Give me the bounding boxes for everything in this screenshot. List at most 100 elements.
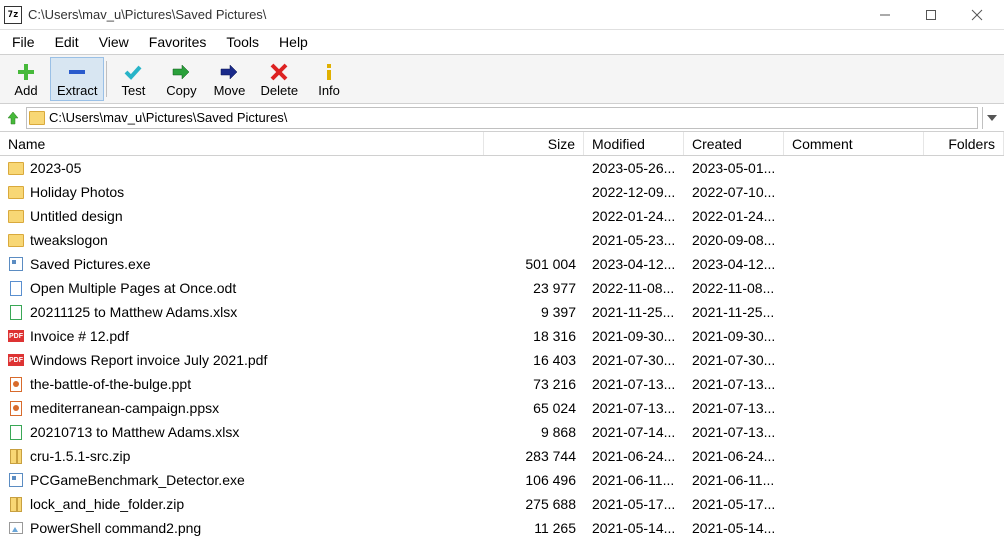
file-name: tweakslogon bbox=[30, 232, 108, 248]
table-row[interactable]: PDFInvoice # 12.pdf18 3162021-09-30...20… bbox=[0, 324, 1004, 348]
table-row[interactable]: 20210713 to Matthew Adams.xlsx9 8682021-… bbox=[0, 420, 1004, 444]
ppt-icon bbox=[8, 400, 24, 416]
table-row[interactable]: Saved Pictures.exe501 0042023-04-12...20… bbox=[0, 252, 1004, 276]
menu-view[interactable]: View bbox=[89, 32, 139, 52]
column-header-name[interactable]: Name bbox=[0, 132, 484, 155]
xlsx-icon bbox=[8, 304, 24, 320]
toolbar-info[interactable]: Info bbox=[305, 57, 353, 101]
arrow-right-blue-icon bbox=[219, 61, 239, 83]
file-created: 2023-04-12... bbox=[684, 256, 784, 272]
table-row[interactable]: PCGameBenchmark_Detector.exe106 4962021-… bbox=[0, 468, 1004, 492]
column-header-modified[interactable]: Modified bbox=[584, 132, 684, 155]
toolbar-copy[interactable]: Copy bbox=[157, 57, 205, 101]
column-header-comment[interactable]: Comment bbox=[784, 132, 924, 155]
file-name: 20211125 to Matthew Adams.xlsx bbox=[30, 304, 237, 320]
file-list: 2023-052023-05-26...2023-05-01...Holiday… bbox=[0, 156, 1004, 540]
table-row[interactable]: Open Multiple Pages at Once.odt23 977202… bbox=[0, 276, 1004, 300]
table-row[interactable]: cru-1.5.1-src.zip283 7442021-06-24...202… bbox=[0, 444, 1004, 468]
exe-icon bbox=[8, 472, 24, 488]
file-name: Holiday Photos bbox=[30, 184, 124, 200]
file-modified: 2021-07-30... bbox=[584, 352, 684, 368]
file-name: Saved Pictures.exe bbox=[30, 256, 151, 272]
table-row[interactable]: Holiday Photos 2022-12-09...2022-07-10... bbox=[0, 180, 1004, 204]
menu-file[interactable]: File bbox=[2, 32, 45, 52]
file-size: 11 265 bbox=[484, 520, 584, 536]
file-created: 2022-11-08... bbox=[684, 280, 784, 296]
toolbar-copy-label: Copy bbox=[166, 83, 196, 98]
file-size: 23 977 bbox=[484, 280, 584, 296]
toolbar-add[interactable]: Add bbox=[2, 57, 50, 101]
menu-tools[interactable]: Tools bbox=[216, 32, 269, 52]
file-created: 2021-07-13... bbox=[684, 424, 784, 440]
folder-icon bbox=[8, 208, 24, 224]
menu-favorites[interactable]: Favorites bbox=[139, 32, 217, 52]
file-modified: 2023-04-12... bbox=[584, 256, 684, 272]
column-headers: Name Size Modified Created Comment Folde… bbox=[0, 132, 1004, 156]
pdf-icon: PDF bbox=[8, 328, 24, 344]
folder-icon bbox=[8, 160, 24, 176]
file-modified: 2022-01-24... bbox=[584, 208, 684, 224]
menu-edit[interactable]: Edit bbox=[45, 32, 89, 52]
folder-icon bbox=[8, 184, 24, 200]
table-row[interactable]: the-battle-of-the-bulge.ppt73 2162021-07… bbox=[0, 372, 1004, 396]
toolbar-extract[interactable]: Extract bbox=[50, 57, 104, 101]
file-size: 16 403 bbox=[484, 352, 584, 368]
app-icon: 7z bbox=[4, 6, 22, 24]
window-title: C:\Users\mav_u\Pictures\Saved Pictures\ bbox=[28, 7, 862, 22]
file-created: 2021-06-24... bbox=[684, 448, 784, 464]
file-name: 20210713 to Matthew Adams.xlsx bbox=[30, 424, 239, 440]
column-header-size[interactable]: Size bbox=[484, 132, 584, 155]
file-created: 2021-09-30... bbox=[684, 328, 784, 344]
file-size: 283 744 bbox=[484, 448, 584, 464]
file-name: PCGameBenchmark_Detector.exe bbox=[30, 472, 245, 488]
png-icon bbox=[8, 520, 24, 536]
odt-icon bbox=[8, 280, 24, 296]
file-modified: 2021-11-25... bbox=[584, 304, 684, 320]
table-row[interactable]: tweakslogon2021-05-23...2020-09-08... bbox=[0, 228, 1004, 252]
check-icon bbox=[123, 61, 143, 83]
toolbar-delete[interactable]: Delete bbox=[253, 57, 305, 101]
table-row[interactable]: mediterranean-campaign.ppsx65 0242021-07… bbox=[0, 396, 1004, 420]
file-size: 9 868 bbox=[484, 424, 584, 440]
file-created: 2021-11-25... bbox=[684, 304, 784, 320]
file-modified: 2021-06-24... bbox=[584, 448, 684, 464]
table-row[interactable]: Untitled design2022-01-24...2022-01-24..… bbox=[0, 204, 1004, 228]
table-row[interactable]: 2023-052023-05-26...2023-05-01... bbox=[0, 156, 1004, 180]
file-modified: 2022-12-09... bbox=[584, 184, 684, 200]
window-controls bbox=[862, 0, 1000, 30]
exe-icon bbox=[8, 256, 24, 272]
close-button[interactable] bbox=[954, 0, 1000, 30]
column-header-folders[interactable]: Folders bbox=[924, 132, 1004, 155]
address-path: C:\Users\mav_u\Pictures\Saved Pictures\ bbox=[49, 110, 287, 125]
file-created: 2021-07-13... bbox=[684, 400, 784, 416]
file-created: 2022-07-10... bbox=[684, 184, 784, 200]
file-created: 2021-05-14... bbox=[684, 520, 784, 536]
menu-help[interactable]: Help bbox=[269, 32, 318, 52]
file-size: 275 688 bbox=[484, 496, 584, 512]
ppt-icon bbox=[8, 376, 24, 392]
toolbar-test[interactable]: Test bbox=[109, 57, 157, 101]
title-bar: 7z C:\Users\mav_u\Pictures\Saved Picture… bbox=[0, 0, 1004, 30]
minimize-button[interactable] bbox=[862, 0, 908, 30]
file-modified: 2021-09-30... bbox=[584, 328, 684, 344]
table-row[interactable]: PDFWindows Report invoice July 2021.pdf1… bbox=[0, 348, 1004, 372]
file-name: mediterranean-campaign.ppsx bbox=[30, 400, 219, 416]
address-dropdown-button[interactable] bbox=[982, 107, 1000, 129]
file-name: PowerShell command2.png bbox=[30, 520, 201, 536]
address-field[interactable]: C:\Users\mav_u\Pictures\Saved Pictures\ bbox=[26, 107, 978, 129]
xlsx-icon bbox=[8, 424, 24, 440]
maximize-button[interactable] bbox=[908, 0, 954, 30]
table-row[interactable]: PowerShell command2.png 11 265 2021-05-14.… bbox=[0, 516, 1004, 540]
table-row[interactable]: 20211125 to Matthew Adams.xlsx9 3972021-… bbox=[0, 300, 1004, 324]
table-row[interactable]: lock_and_hide_folder.zip275 6882021-05-1… bbox=[0, 492, 1004, 516]
column-header-created[interactable]: Created bbox=[684, 132, 784, 155]
up-button[interactable] bbox=[4, 109, 22, 127]
toolbar-delete-label: Delete bbox=[260, 83, 298, 98]
file-created: 2021-06-11... bbox=[684, 472, 784, 488]
file-modified: 2022-11-08... bbox=[584, 280, 684, 296]
file-modified: 2021-06-11... bbox=[584, 472, 684, 488]
toolbar-move[interactable]: Move bbox=[205, 57, 253, 101]
pdf-icon: PDF bbox=[8, 352, 24, 368]
file-created: 2023-05-01... bbox=[684, 160, 784, 176]
file-modified: 2021-07-14... bbox=[584, 424, 684, 440]
